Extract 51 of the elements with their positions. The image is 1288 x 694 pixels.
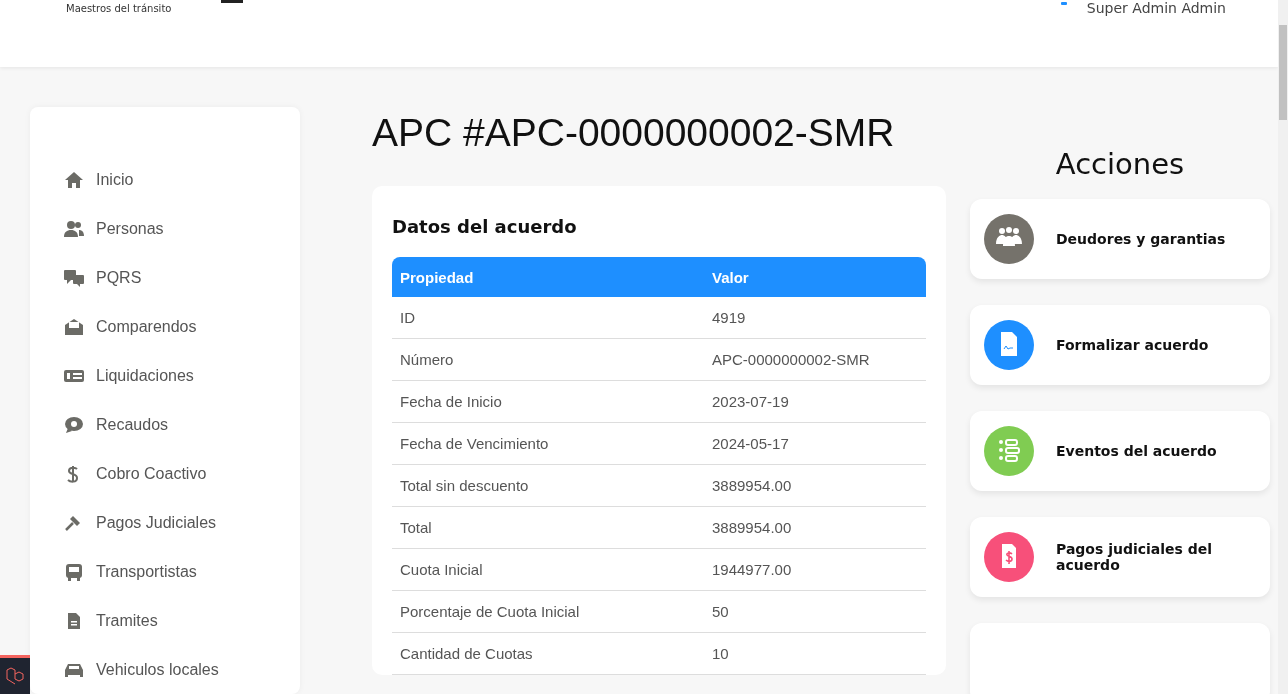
table-cell: 2024-05-17 [704,422,926,465]
sidebar-item[interactable]: Inicio [64,155,300,204]
table-cell: ID [392,297,704,339]
table-cell: 4919 [704,297,926,339]
scrollbar-thumb[interactable] [1279,25,1287,120]
action-card[interactable]: Deudores y garantias [970,199,1270,279]
sidebar-item[interactable]: Vehiculos locales [64,645,300,694]
sidebar-item[interactable]: Recaudos [64,400,300,449]
page-title: APC #APC-0000000002-SMR [372,111,896,155]
table-cell: APC-0000000002-SMR [704,338,926,381]
sidebar-item[interactable]: Cobro Coactivo [64,449,300,498]
envelope-icon [64,317,84,336]
table-cell: Total [392,506,704,549]
table-cell: Porcentaje de Cuota Inicial [392,590,704,633]
sidebar-item[interactable]: Tramites [64,596,300,645]
table-cell: Cantidad de Cuotas [392,632,704,675]
table-cell: 50 [704,590,926,633]
table-cell: Fecha de Vencimiento [392,422,704,465]
table-cell: 10 [704,632,926,675]
table-cell: 2023-07-19 [704,380,926,423]
actions-title: Acciones [1054,147,1186,181]
sidebar-item[interactable]: Personas [64,204,300,253]
table-cell: Fecha de Inicio [392,380,704,423]
sidebar-item[interactable]: Transportistas [64,547,300,596]
sidebar-item[interactable]: Liquidaciones [64,351,300,400]
logo-tagline: Maestros del tránsito [66,3,172,14]
chat-icon [64,268,84,287]
scrollbar[interactable] [1278,0,1288,694]
people-icon [64,219,84,238]
bus-icon [64,562,84,581]
table-cell: 3889954.00 [704,464,926,507]
sidebar-item[interactable]: Comparendos [64,302,300,351]
action-card[interactable]: Formalizar acuerdo [970,305,1270,385]
home-icon [64,170,84,189]
cube-logo-icon [6,667,24,685]
action-card[interactable]: Eventos del acuerdo [970,411,1270,491]
column-header: Valor [704,257,926,297]
column-header: Propiedad [392,257,704,297]
table-cell: Total sin descuento [392,464,704,507]
sidebar-item[interactable]: Pagos Judiciales [64,498,300,547]
card-title: Datos del acuerdo [392,216,578,237]
user-name[interactable]: Super Admin Admin [1086,0,1226,16]
sidebar-item[interactable]: PQRS [64,253,300,302]
table-cell: 3889954.00 [704,506,926,549]
menu-icon[interactable] [221,0,244,5]
coin-chat-icon [64,415,84,434]
table-cell: 1944977.00 [704,548,926,591]
table-cell: Cuota Inicial [392,548,704,591]
table-cell: Número [392,338,704,381]
action-card[interactable]: Pagos judiciales del acuerdo [970,517,1270,597]
debug-bar-toggle[interactable] [0,655,30,694]
